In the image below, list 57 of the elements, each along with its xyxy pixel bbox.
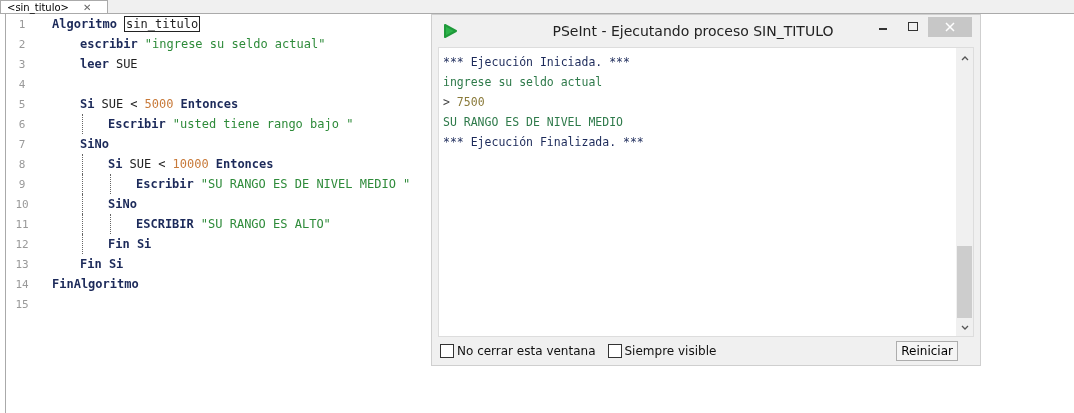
keyword: Algoritmo <box>52 17 118 31</box>
keyword: Entonces <box>215 157 274 171</box>
keyword: SiNo <box>108 197 137 211</box>
keyword: Fin Si <box>80 257 124 271</box>
console-line: ingrese su seldo actual <box>443 74 604 91</box>
keyword: Fin Si <box>108 237 152 251</box>
highlighted-identifier: sin_titulo <box>124 16 201 32</box>
console-line: *** Ejecución Iniciada. *** <box>443 54 631 71</box>
window-title: PSeInt - Ejecutando proceso SIN_TITULO <box>551 23 835 39</box>
scrollbar[interactable] <box>956 48 973 336</box>
checkbox-label: Siempre visible <box>624 344 717 358</box>
keyword: Escribir <box>136 177 194 191</box>
line-number: 3 <box>17 57 27 71</box>
checkbox-label: No cerrar esta ventana <box>457 344 596 358</box>
editor-tab[interactable]: <sin_titulo> ✕ <box>0 0 108 13</box>
line-number: 1 <box>17 17 27 31</box>
keyword: FinAlgoritmo <box>52 277 139 291</box>
line-number: 4 <box>17 77 27 91</box>
line-number: 13 <box>14 257 30 271</box>
line-number: 5 <box>17 97 27 111</box>
identifier: SUE < <box>101 97 138 111</box>
console-line: *** Ejecución Finalizada. *** <box>443 134 645 151</box>
keyword: Entonces <box>180 97 239 111</box>
play-icon <box>442 23 458 39</box>
restart-button[interactable]: Reiniciar <box>896 341 958 361</box>
tab-label: <sin_titulo> <box>7 0 69 14</box>
number-literal: 10000 <box>172 157 209 171</box>
keyword: SiNo <box>80 137 109 151</box>
console-line: SU RANGO ES DE NIVEL MEDIO <box>443 114 624 131</box>
line-number: 15 <box>14 297 30 311</box>
line-number: 10 <box>14 197 30 211</box>
identifier: SUE <box>115 57 138 71</box>
string-literal: "ingrese su seldo actual" <box>144 37 326 51</box>
string-literal: "usted tiene rango bajo " <box>172 117 354 131</box>
keyword: Si <box>108 157 123 171</box>
keyword: Escribir <box>108 117 166 131</box>
line-number: 7 <box>17 137 27 151</box>
keyword: Si <box>80 97 95 111</box>
line-number: 8 <box>17 157 27 171</box>
line-number: 14 <box>14 277 30 291</box>
line-number: 12 <box>14 237 30 251</box>
line-number: 2 <box>17 37 27 51</box>
line-number: 6 <box>17 117 27 131</box>
string-literal: "SU RANGO ES ALTO" <box>200 217 331 231</box>
string-literal: "SU RANGO ES DE NIVEL MEDIO " <box>200 177 411 191</box>
tab-close-button[interactable]: ✕ <box>82 0 92 14</box>
keyword: leer <box>80 57 109 71</box>
checkbox[interactable] <box>607 344 622 358</box>
keyword: ESCRIBIR <box>136 217 194 231</box>
number-literal: 5000 <box>144 97 174 111</box>
keyword: escribir <box>80 37 138 51</box>
line-number: 11 <box>14 217 30 231</box>
identifier: SUE < <box>129 157 166 171</box>
console-line: > 7500 <box>443 94 486 111</box>
line-number: 9 <box>17 177 27 191</box>
checkbox[interactable] <box>440 344 454 358</box>
scrollbar-thumb[interactable] <box>957 246 972 318</box>
